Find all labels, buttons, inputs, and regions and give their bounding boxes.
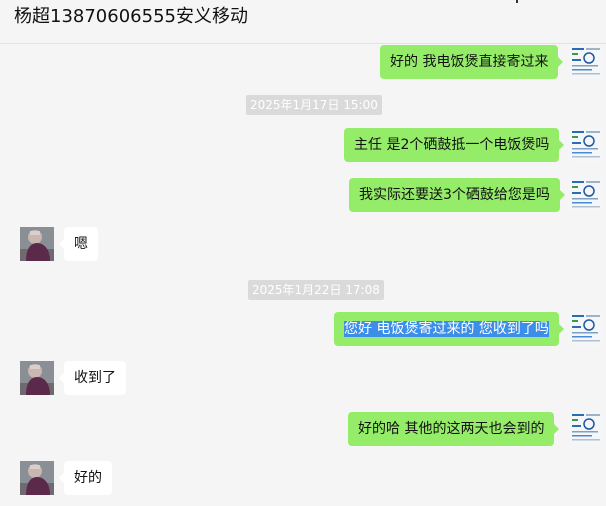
message-bubble-outgoing[interactable]: 您好 电饭煲寄过来的 您收到了吗 [334, 312, 564, 346]
timestamp: 2025年1月22日 17:08 [248, 280, 384, 300]
message-bubble-outgoing[interactable]: 我实际还要送3个硒鼓给您是吗 [349, 178, 565, 212]
chat-header: 杨超13870606555安义移动 [0, 0, 606, 44]
chat-title: 杨超13870606555安义移动 [14, 6, 248, 27]
timestamp: 2025年1月17日 15:00 [246, 95, 382, 115]
person-photo-icon [20, 461, 54, 495]
message-list[interactable]: 好的 我电饭煲直接寄过来 2025年1月17日 15:00 主任 是2个硒鼓抵一… [0, 44, 606, 506]
self-avatar[interactable] [570, 128, 604, 162]
message-bubble-outgoing[interactable]: 好的哈 其他的这两天也会到的 [348, 412, 560, 446]
self-avatar[interactable] [570, 312, 604, 346]
contact-avatar[interactable] [20, 461, 54, 495]
document-thumbnail-icon [570, 128, 604, 162]
contact-avatar[interactable] [20, 361, 54, 395]
document-thumbnail-icon [570, 411, 604, 445]
person-photo-icon [20, 227, 54, 261]
message-bubble-outgoing[interactable]: 好的 我电饭煲直接寄过来 [380, 45, 564, 79]
message-bubble-incoming[interactable]: 好的 [59, 461, 112, 495]
document-thumbnail-icon [570, 45, 604, 79]
document-thumbnail-icon [570, 178, 604, 212]
header-mark [516, 0, 518, 3]
message-bubble-incoming[interactable]: 嗯 [59, 227, 98, 261]
person-photo-icon [20, 361, 54, 395]
self-avatar[interactable] [570, 178, 604, 212]
message-bubble-incoming[interactable]: 收到了 [59, 361, 126, 395]
contact-avatar[interactable] [20, 227, 54, 261]
self-avatar[interactable] [570, 45, 604, 79]
selected-text[interactable]: 您好 电饭煲寄过来的 您收到了吗 [344, 321, 549, 337]
message-bubble-outgoing[interactable]: 主任 是2个硒鼓抵一个电饭煲吗 [344, 128, 565, 162]
self-avatar[interactable] [570, 411, 604, 445]
document-thumbnail-icon [570, 312, 604, 346]
